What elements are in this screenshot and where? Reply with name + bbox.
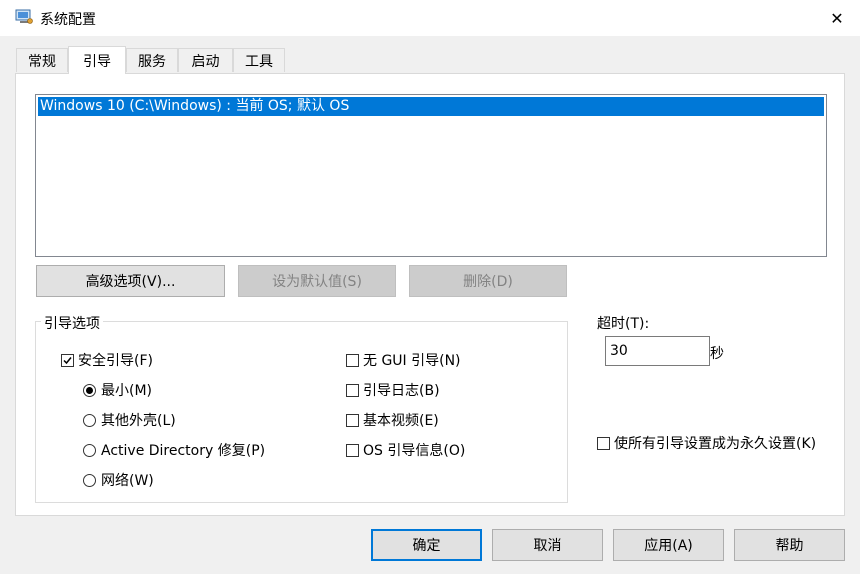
checkbox-icon [346, 353, 359, 367]
timeout-input[interactable] [605, 336, 710, 366]
os-boot-info-label: OS 引导信息(O) [363, 443, 466, 459]
set-default-button[interactable]: 设为默认值(S) [238, 265, 396, 297]
checkbox-checked-icon [61, 353, 74, 367]
os-boot-info-checkbox[interactable]: OS 引导信息(O) [346, 440, 465, 460]
tab-boot[interactable]: 引导 [68, 46, 126, 74]
radio-minimal[interactable]: 最小(M) [83, 380, 152, 400]
close-button[interactable]: ✕ [814, 0, 860, 36]
os-list-item[interactable]: Windows 10 (C:\Windows) : 当前 OS; 默认 OS [38, 97, 824, 116]
timeout-label: 超时(T): [597, 316, 650, 332]
no-gui-boot-checkbox[interactable]: 无 GUI 引导(N) [346, 350, 461, 370]
checkbox-icon [597, 436, 610, 450]
boot-log-checkbox[interactable]: 引导日志(B) [346, 380, 440, 400]
checkbox-icon [346, 413, 359, 427]
close-icon: ✕ [830, 8, 844, 28]
radio-network-label: 网络(W) [101, 473, 154, 489]
base-video-checkbox[interactable]: 基本视频(E) [346, 410, 439, 430]
checkbox-icon [346, 443, 359, 457]
radio-ad-repair-label: Active Directory 修复(P) [101, 443, 266, 459]
title-bar: 系统配置 ✕ [0, 0, 860, 36]
window-title: 系统配置 [40, 12, 96, 28]
no-gui-boot-label: 无 GUI 引导(N) [363, 353, 461, 369]
radio-icon [83, 473, 96, 487]
radio-minimal-label: 最小(M) [101, 383, 153, 399]
advanced-options-button[interactable]: 高级选项(V)... [36, 265, 225, 297]
radio-ad-repair[interactable]: Active Directory 修复(P) [83, 440, 265, 460]
boot-log-label: 引导日志(B) [363, 383, 440, 399]
tab-startup[interactable]: 启动 [178, 48, 233, 72]
help-button[interactable]: 帮助 [734, 529, 845, 561]
tab-tools[interactable]: 工具 [233, 48, 285, 72]
tab-services[interactable]: 服务 [126, 48, 178, 72]
tab-general[interactable]: 常规 [16, 48, 68, 72]
timeout-unit: 秒 [710, 346, 724, 362]
radio-alternate-shell-label: 其他外壳(L) [101, 413, 176, 429]
permanent-settings-label: 使所有引导设置成为永久设置(K) [614, 436, 817, 452]
ok-button[interactable]: 确定 [371, 529, 482, 561]
system-config-icon [15, 9, 33, 25]
os-list[interactable]: Windows 10 (C:\Windows) : 当前 OS; 默认 OS [35, 94, 827, 257]
safe-boot-label: 安全引导(F) [78, 353, 153, 369]
apply-button[interactable]: 应用(A) [613, 529, 724, 561]
radio-icon [83, 413, 96, 427]
radio-icon [83, 443, 96, 457]
radio-network[interactable]: 网络(W) [83, 470, 154, 490]
boot-options-label: 引导选项 [41, 313, 103, 333]
radio-selected-icon [83, 383, 96, 397]
radio-alternate-shell[interactable]: 其他外壳(L) [83, 410, 176, 430]
base-video-label: 基本视频(E) [363, 413, 439, 429]
cancel-button[interactable]: 取消 [492, 529, 603, 561]
permanent-settings-checkbox[interactable]: 使所有引导设置成为永久设置(K) [597, 433, 816, 453]
safe-boot-checkbox[interactable]: 安全引导(F) [61, 350, 153, 370]
checkbox-icon [346, 383, 359, 397]
delete-button[interactable]: 删除(D) [409, 265, 567, 297]
